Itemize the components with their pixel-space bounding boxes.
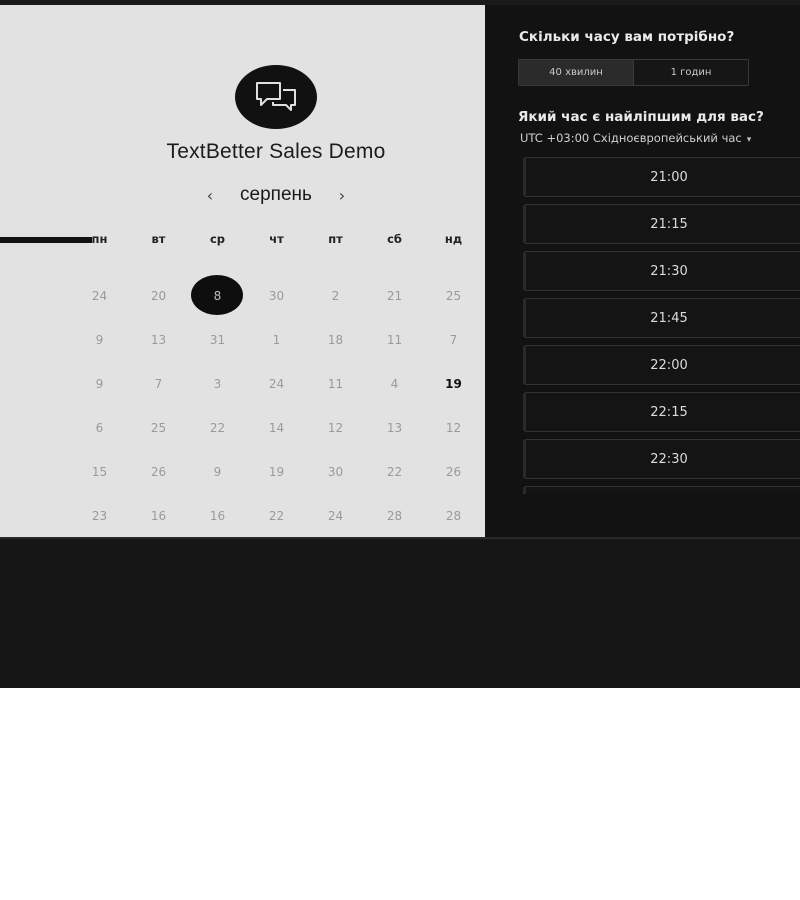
- calendar-day[interactable]: 22: [247, 494, 306, 538]
- time-slot[interactable]: 21:00: [523, 157, 800, 197]
- page-title: TextBetter Sales Demo: [166, 140, 386, 163]
- month-label: серпень: [240, 184, 312, 205]
- calendar-day[interactable]: 13: [365, 406, 424, 450]
- calendar-day[interactable]: 11: [306, 362, 365, 406]
- duration-option-40-min[interactable]: 40 хвилин: [519, 60, 633, 85]
- calendar-day[interactable]: 18: [306, 318, 365, 362]
- calendar-day[interactable]: 21: [365, 274, 424, 318]
- calendar-day[interactable]: 12: [306, 406, 365, 450]
- calendar-grid: 24 20 8 30 2 21 25 9 13 31 1 18 11 7 9 7…: [70, 274, 484, 538]
- calendar-day[interactable]: 19: [247, 450, 306, 494]
- calendar-day[interactable]: 20: [129, 274, 188, 318]
- calendar-day[interactable]: 7: [424, 318, 483, 362]
- calendar-day[interactable]: 25: [424, 274, 483, 318]
- chat-bubbles-icon: [256, 82, 296, 111]
- calendar-week: 24 20 8 30 2 21 25: [70, 274, 484, 318]
- chat-bubbles-logo: [235, 65, 317, 129]
- weekday-thu: чт: [269, 232, 284, 246]
- calendar-day[interactable]: 22: [188, 406, 247, 450]
- time-slot[interactable]: 22:00: [523, 345, 800, 385]
- calendar-day[interactable]: 4: [365, 362, 424, 406]
- calendar-day[interactable]: 1: [247, 318, 306, 362]
- month-navigation: ‹ серпень ›: [200, 181, 352, 209]
- time-slot[interactable]: 21:15: [523, 204, 800, 244]
- calendar-day[interactable]: 11: [365, 318, 424, 362]
- calendar-day[interactable]: 16: [129, 494, 188, 538]
- calendar-day-available[interactable]: 19: [424, 362, 483, 406]
- time-slot-partial[interactable]: [523, 486, 800, 494]
- weekday-wed: ср: [209, 232, 226, 246]
- calendar-day[interactable]: 9: [70, 318, 129, 362]
- calendar-panel: TextBetter Sales Demo ‹ серпень › пн вт …: [0, 5, 485, 537]
- time-slot[interactable]: 22:15: [523, 392, 800, 432]
- chevron-down-icon: ▾: [746, 135, 752, 145]
- time-question: Який час є найліпшим для вас?: [518, 109, 764, 125]
- calendar-day[interactable]: 26: [129, 450, 188, 494]
- weekday-fri: пт: [328, 232, 343, 246]
- weekday-sun: нд: [444, 232, 463, 246]
- calendar-week: 9 7 3 24 11 4 19: [70, 362, 484, 406]
- duration-question: Скільки часу вам потрібно?: [519, 29, 735, 45]
- calendar-day[interactable]: 15: [70, 450, 129, 494]
- duration-option-1-hour[interactable]: 1 годин: [633, 60, 748, 85]
- weekday-tue: вт: [151, 232, 166, 246]
- calendar-day[interactable]: 13: [129, 318, 188, 362]
- weekday-sat: сб: [387, 232, 402, 246]
- duration-selector: 40 хвилин 1 годин: [518, 59, 749, 86]
- calendar-week: 9 13 31 1 18 11 7: [70, 318, 484, 362]
- time-slot-list: 21:00 21:15 21:30 21:45 22:00 22:15 22:3…: [523, 157, 800, 501]
- calendar-day-selected[interactable]: 8: [188, 274, 247, 318]
- footer-area: [0, 537, 800, 688]
- calendar-day[interactable]: 12: [424, 406, 483, 450]
- calendar-day[interactable]: 23: [70, 494, 129, 538]
- time-slot[interactable]: 22:30: [523, 439, 800, 479]
- calendar-day[interactable]: 16: [188, 494, 247, 538]
- calendar-day[interactable]: 30: [247, 274, 306, 318]
- timezone-selector[interactable]: UTC +03:00 Східноєвропейський час ▾: [520, 131, 751, 145]
- calendar-day[interactable]: 6: [70, 406, 129, 450]
- calendar-day[interactable]: 22: [365, 450, 424, 494]
- calendar-day[interactable]: 26: [424, 450, 483, 494]
- weekday-mon: пн: [91, 232, 108, 246]
- next-month-button[interactable]: ›: [332, 186, 352, 205]
- time-slot[interactable]: 21:45: [523, 298, 800, 338]
- calendar-day[interactable]: 25: [129, 406, 188, 450]
- calendar-day[interactable]: 3: [188, 362, 247, 406]
- calendar-week: 6 25 22 14 12 13 12: [70, 406, 484, 450]
- calendar-day[interactable]: 14: [247, 406, 306, 450]
- calendar-day[interactable]: 30: [306, 450, 365, 494]
- calendar-day[interactable]: 24: [70, 274, 129, 318]
- calendar-day[interactable]: 9: [70, 362, 129, 406]
- time-slot[interactable]: 21:30: [523, 251, 800, 291]
- calendar-day[interactable]: 2: [306, 274, 365, 318]
- timezone-label: UTC +03:00 Східноєвропейський час: [520, 131, 742, 145]
- calendar-day[interactable]: 24: [306, 494, 365, 538]
- calendar-day[interactable]: 28: [424, 494, 483, 538]
- calendar-day[interactable]: 28: [365, 494, 424, 538]
- calendar-day[interactable]: 9: [188, 450, 247, 494]
- calendar-week: 23 16 16 22 24 28 28: [70, 494, 484, 538]
- calendar-day[interactable]: 24: [247, 362, 306, 406]
- divider: [0, 537, 800, 539]
- prev-month-button[interactable]: ‹: [200, 186, 220, 205]
- calendar-day[interactable]: 31: [188, 318, 247, 362]
- weekday-header: пн вт ср чт пт сб нд: [70, 232, 484, 250]
- calendar-week: 15 26 9 19 30 22 26: [70, 450, 484, 494]
- calendar-day[interactable]: 7: [129, 362, 188, 406]
